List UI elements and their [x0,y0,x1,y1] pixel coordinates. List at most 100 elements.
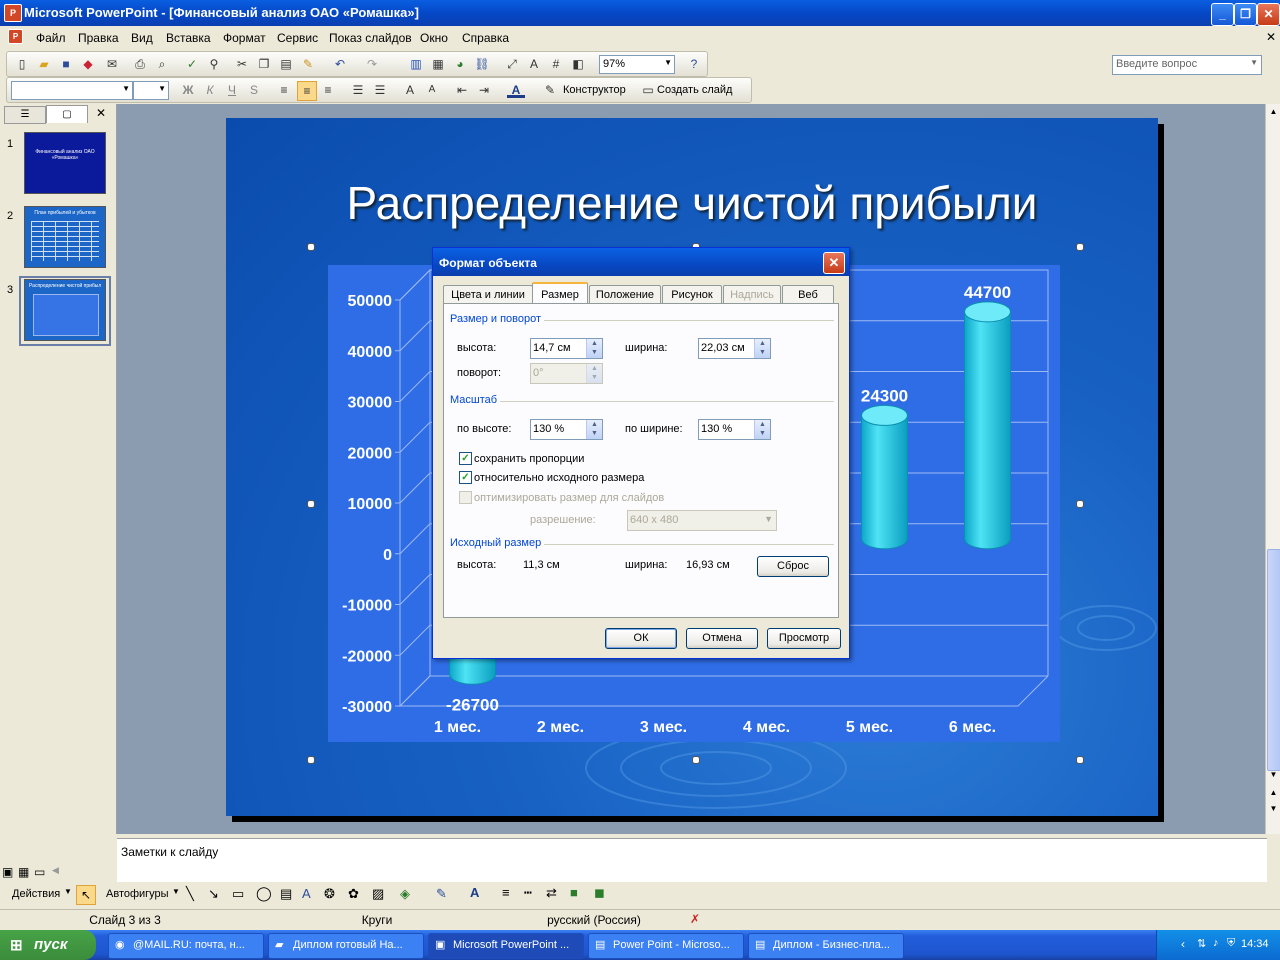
rectangle-icon[interactable]: ▭ [232,886,244,902]
color-grayscale-icon[interactable]: ◧ [569,55,587,73]
reset-button[interactable]: Сброс [757,556,829,577]
taskbar-item[interactable]: ▰ Диплом готовый На... [268,933,424,959]
spelling-icon[interactable]: ✓ [183,55,201,73]
scroll-left-icon[interactable]: ◀ [52,865,59,876]
tab-web[interactable]: Веб [782,285,834,304]
taskbar-item[interactable]: ◉ @MAIL.RU: почта, н... [108,933,264,959]
spinner-arrows-icon[interactable]: ▲ ▼ [754,420,770,439]
scroll-down-icon[interactable]: ▼ [1267,768,1280,782]
taskbar-item[interactable]: ▤ Power Point - Microso... [588,933,744,959]
volume-icon[interactable]: ♪ [1213,937,1219,949]
chevron-down-icon[interactable]: ▼ [122,84,130,93]
resize-handle[interactable] [1076,500,1084,508]
taskbar-item[interactable]: ▤ Диплом - Бизнес-пла... [748,933,904,959]
tray-expand-icon[interactable]: ‹ [1181,937,1185,951]
powerpoint-icon[interactable]: P [4,4,22,22]
resize-handle[interactable] [307,243,315,251]
spinner-arrows-icon[interactable]: ▲ ▼ [586,339,602,358]
maximize-button[interactable]: ❐ [1234,3,1257,26]
spinner-arrows-icon[interactable]: ▲ ▼ [586,420,602,439]
hyperlink-icon[interactable]: ⛓ [473,55,491,73]
decrease-indent-icon[interactable]: ⇤ [453,81,471,99]
arrow-style-icon[interactable]: ⇄ [546,885,557,901]
actions-menu[interactable]: Действия [12,888,60,900]
resize-handle[interactable] [307,756,315,764]
font-color-icon[interactable]: A [507,81,525,98]
menu-file[interactable]: Файл [36,31,66,45]
security-icon[interactable]: ⛨ [1227,937,1235,950]
diagram-icon[interactable]: ❂ [324,886,335,902]
grid-icon[interactable]: # [547,55,565,73]
relative-size-checkbox[interactable]: ✓ [459,471,472,484]
bullets-icon[interactable]: ☰ [371,81,389,99]
resize-handle[interactable] [692,756,700,764]
scale-width-spinner[interactable]: 130 % ▲ ▼ [698,419,771,440]
slide-thumbnail-2[interactable]: План прибылей и убытков [24,206,106,268]
open-icon[interactable]: ▰ [35,55,53,73]
taskbar-item[interactable]: ▣ Microsoft PowerPoint ... [428,933,584,959]
line-icon[interactable]: ╲ [186,886,194,902]
slides-tab[interactable]: ▢ [46,105,88,123]
chevron-down-icon[interactable]: ▼ [158,84,166,93]
print-icon[interactable]: ⎙ [131,55,149,73]
paste-icon[interactable]: ▤ [277,55,295,73]
line-style-icon[interactable]: ≡ [502,885,510,900]
designer-button[interactable]: Конструктор [563,84,626,96]
new-icon[interactable]: ▯ [13,55,31,73]
arrow-icon[interactable]: ↘ [208,886,219,902]
dialog-close-icon[interactable]: ✕ [823,252,845,274]
slide-thumbnail-3[interactable]: Распределение чистой прибыли [24,279,106,341]
decrease-font-icon[interactable]: A [423,81,441,99]
menu-view[interactable]: Вид [131,31,153,45]
print-preview-icon[interactable]: ⌕ [153,55,171,73]
menu-tools[interactable]: Сервис [277,31,318,45]
font-name-combo[interactable]: ▼ [11,81,133,100]
tab-position[interactable]: Положение [589,285,661,304]
network-icon[interactable]: ⇅ [1197,937,1206,950]
align-left-icon[interactable]: ≡ [275,81,293,99]
menu-edit[interactable]: Правка [78,31,119,45]
format-painter-icon[interactable]: ✎ [299,55,317,73]
menu-insert[interactable]: Вставка [166,31,211,45]
menu-window[interactable]: Окно [420,31,448,45]
dropdown-arrow-icon[interactable]: ▼ [1250,58,1258,67]
shadow-style-icon[interactable]: ■ [570,885,578,900]
scroll-thumb[interactable] [1267,549,1280,771]
resize-handle[interactable] [1076,756,1084,764]
insert-table-icon[interactable]: ▦ [429,55,447,73]
numbering-icon[interactable]: ☰ [349,81,367,99]
lock-aspect-checkbox[interactable]: ✓ [459,452,472,465]
slide-sorter-icon[interactable]: ▦ [18,865,29,879]
slide-thumbnail-1[interactable]: Финансовый анализ ОАО «Ромашка» [24,132,106,194]
oval-icon[interactable]: ◯ [256,885,272,902]
relative-size-label[interactable]: относительно исходного размера [474,472,644,484]
italic-icon[interactable]: К [201,81,219,99]
wordart-icon[interactable]: A [302,886,311,901]
preview-button[interactable]: Просмотр [767,628,841,649]
normal-view-icon[interactable]: ▣ [2,865,13,879]
textbox-icon[interactable]: ▤ [280,886,292,902]
notes-pane[interactable]: Заметки к слайду [117,838,1267,883]
3d-style-icon[interactable]: ◼ [594,885,605,901]
new-slide-icon[interactable]: ▭ [639,81,657,99]
font-size-combo[interactable]: ▼ [133,81,169,100]
zoom-combo[interactable]: 97% ▼ [599,55,675,74]
line-color-icon[interactable]: ✎ [436,886,447,902]
expand-icon[interactable]: ⤢ [503,55,521,73]
previous-slide-icon[interactable]: ▲ [1267,786,1280,800]
lock-aspect-label[interactable]: сохранить пропорции [474,453,584,465]
email-icon[interactable]: ✉ [103,55,121,73]
menu-help[interactable]: Справка [462,31,509,45]
bold-icon[interactable]: Ж [179,81,197,99]
insert-diagram-icon[interactable]: ◕ [451,55,469,73]
height-spinner[interactable]: 14,7 см ▲ ▼ [530,338,603,359]
resize-handle[interactable] [1076,243,1084,251]
select-pointer-icon[interactable]: ↖ [76,885,96,905]
close-button[interactable]: ✕ [1257,3,1280,26]
minimize-button[interactable]: _ [1211,3,1234,26]
help-icon[interactable]: ? [685,55,703,73]
increase-indent-icon[interactable]: ⇥ [475,81,493,99]
ask-question-input[interactable]: Введите вопрос ▼ [1112,55,1262,75]
slideshow-icon[interactable]: ▭ [34,865,45,879]
chevron-down-icon[interactable]: ▼ [664,58,672,67]
